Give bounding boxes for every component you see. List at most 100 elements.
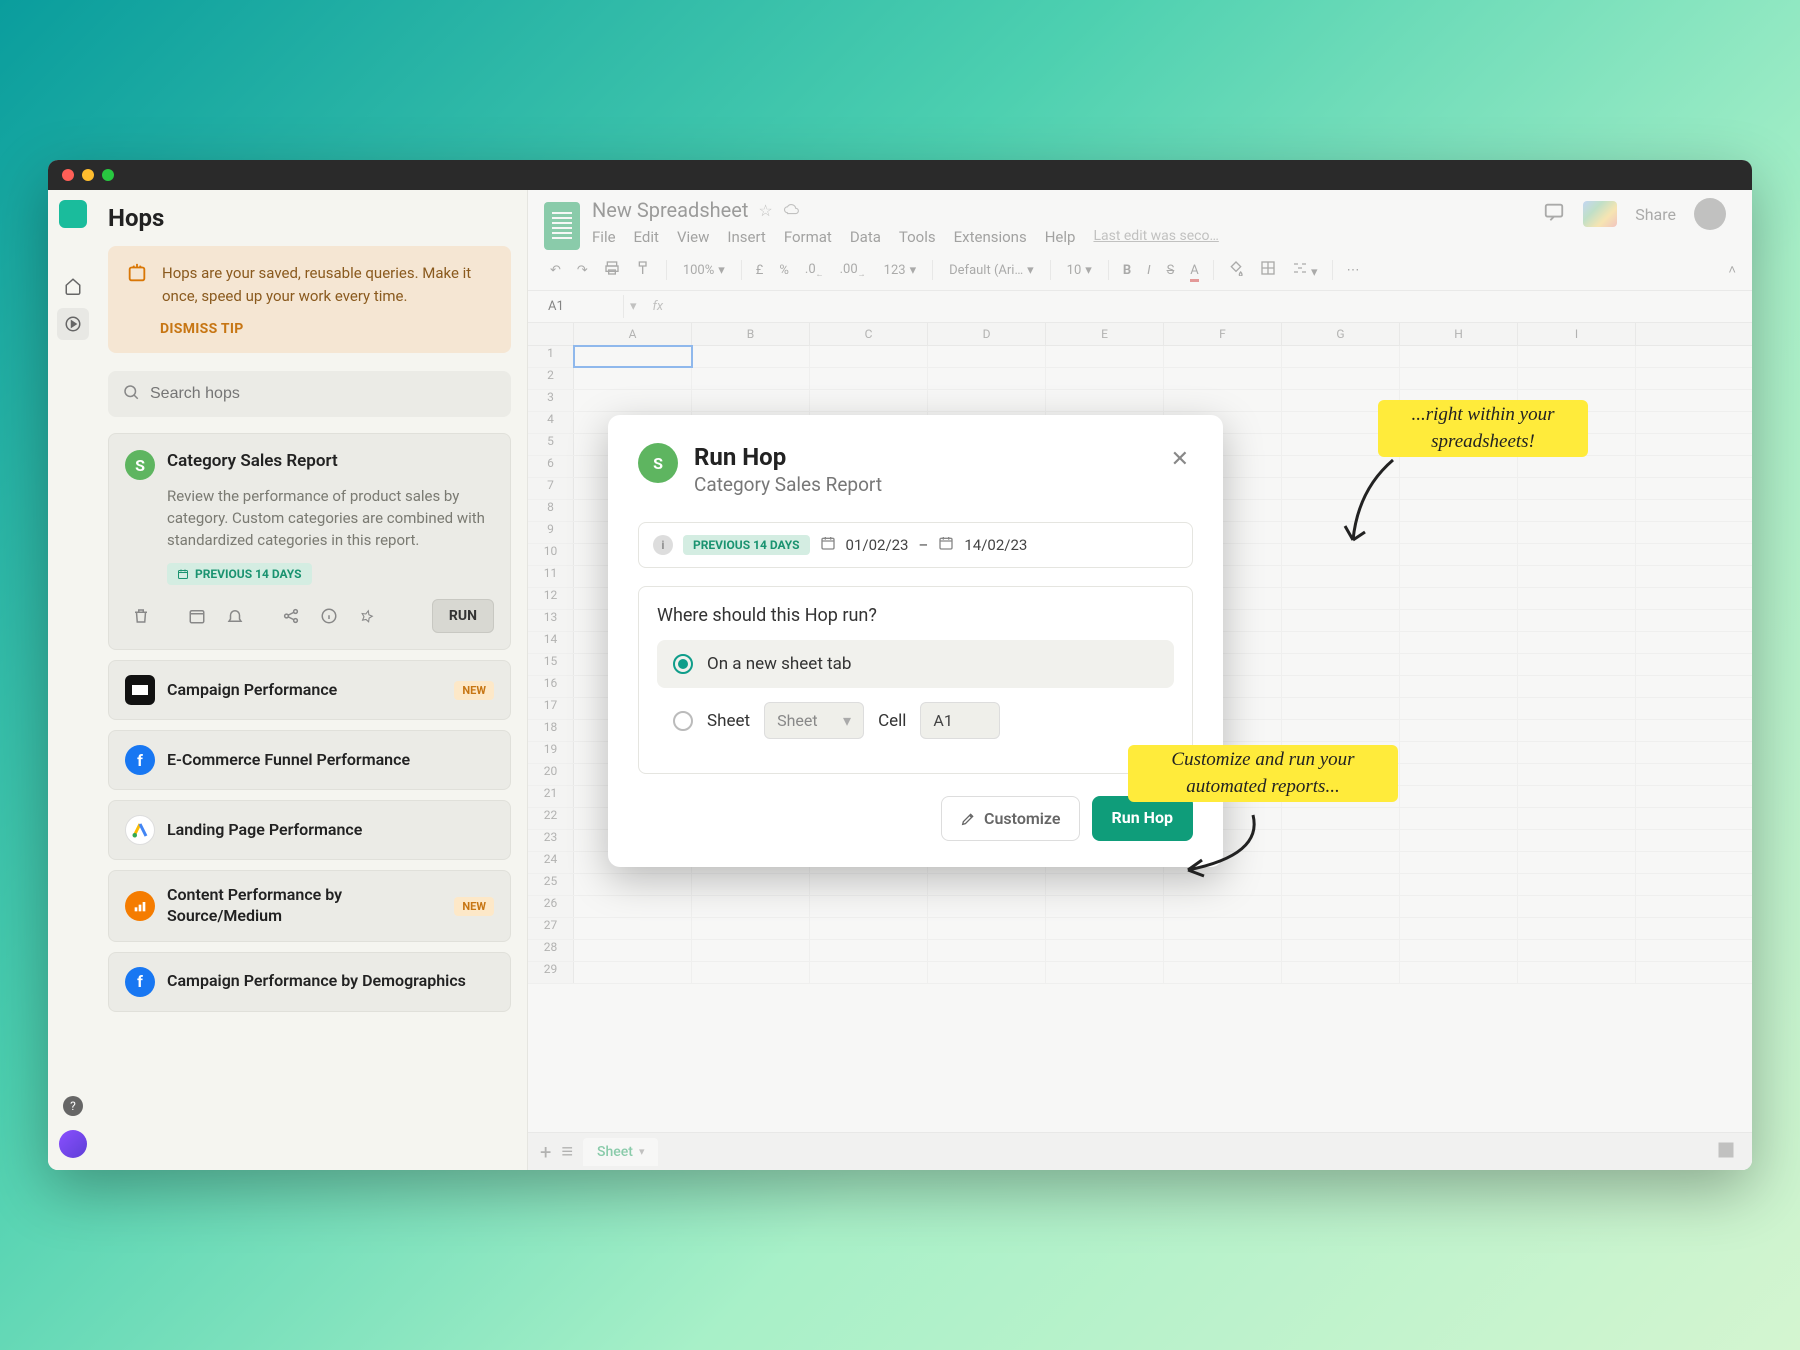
cell[interactable]	[1282, 610, 1400, 631]
info-icon[interactable]	[313, 600, 345, 632]
cell[interactable]	[1046, 874, 1164, 895]
paint-format-icon[interactable]	[630, 256, 658, 284]
option-new-tab[interactable]: On a new sheet tab	[657, 640, 1174, 688]
info-icon[interactable]: i	[653, 535, 673, 555]
cell[interactable]	[1518, 808, 1636, 829]
row-header[interactable]: 2	[528, 368, 574, 389]
row-header[interactable]: 14	[528, 632, 574, 653]
cell[interactable]	[1400, 808, 1518, 829]
run-button[interactable]: RUN	[432, 599, 494, 633]
last-edit-link[interactable]: Last edit was seco…	[1093, 228, 1218, 246]
cell[interactable]	[1518, 500, 1636, 521]
namebox-chevron-icon[interactable]: ▾	[624, 299, 643, 314]
merge-icon[interactable]: ▾	[1286, 256, 1324, 284]
cell[interactable]	[1282, 346, 1400, 367]
user-avatar[interactable]	[59, 1130, 87, 1158]
row-header[interactable]: 4	[528, 412, 574, 433]
row-header[interactable]: 19	[528, 742, 574, 763]
cell[interactable]	[1046, 346, 1164, 367]
cell[interactable]	[1400, 764, 1518, 785]
menu-help[interactable]: Help	[1045, 228, 1076, 246]
cell[interactable]	[928, 940, 1046, 961]
account-avatar[interactable]	[1694, 198, 1726, 230]
cell[interactable]	[1164, 390, 1282, 411]
cell[interactable]	[1046, 368, 1164, 389]
cell[interactable]	[692, 940, 810, 961]
notify-icon[interactable]	[219, 600, 251, 632]
row-header[interactable]: 21	[528, 786, 574, 807]
row-header[interactable]: 7	[528, 478, 574, 499]
date-range-strip[interactable]: i PREVIOUS 14 DAYS 01/02/23 – 14/02/23	[638, 522, 1193, 568]
cell[interactable]	[1282, 698, 1400, 719]
row-header[interactable]: 29	[528, 962, 574, 983]
menu-tools[interactable]: Tools	[899, 228, 936, 246]
cell[interactable]	[1282, 874, 1400, 895]
all-sheets-icon[interactable]: ≡	[561, 1139, 573, 1164]
row-header[interactable]: 20	[528, 764, 574, 785]
bold-icon[interactable]: B	[1117, 259, 1137, 282]
cell[interactable]	[1518, 830, 1636, 851]
cell[interactable]	[1400, 852, 1518, 873]
print-icon[interactable]	[598, 256, 626, 284]
cell[interactable]	[1518, 764, 1636, 785]
cell[interactable]	[1400, 478, 1518, 499]
row-header[interactable]: 15	[528, 654, 574, 675]
cell[interactable]	[1046, 940, 1164, 961]
pin-icon[interactable]	[351, 600, 383, 632]
column-header[interactable]: E	[1046, 323, 1164, 345]
radio-unselected[interactable]	[673, 711, 693, 731]
cell[interactable]	[1164, 962, 1282, 983]
cell[interactable]	[1400, 698, 1518, 719]
cell[interactable]	[1046, 896, 1164, 917]
cell[interactable]	[1282, 588, 1400, 609]
name-box[interactable]: A1	[544, 295, 624, 318]
number-format-dropdown[interactable]: 123 ▾	[876, 259, 924, 282]
cell[interactable]	[1400, 544, 1518, 565]
close-window-dot[interactable]	[62, 169, 74, 181]
font-dropdown[interactable]: Default (Ari… ▾	[941, 259, 1042, 282]
cell[interactable]	[574, 896, 692, 917]
delete-icon[interactable]	[125, 600, 157, 632]
menu-edit[interactable]: Edit	[634, 228, 659, 246]
cell[interactable]	[1400, 742, 1518, 763]
row-header[interactable]: 16	[528, 676, 574, 697]
comments-icon[interactable]	[1543, 201, 1565, 227]
search-hops-field[interactable]	[150, 385, 497, 403]
cell[interactable]	[692, 962, 810, 983]
cell[interactable]	[1518, 962, 1636, 983]
cell[interactable]	[928, 390, 1046, 411]
option-existing-sheet[interactable]: Sheet Sheet▾ Cell A1	[657, 688, 1174, 753]
spreadsheet-title[interactable]: New Spreadsheet	[592, 198, 748, 222]
cell[interactable]	[1518, 874, 1636, 895]
menu-insert[interactable]: Insert	[727, 228, 765, 246]
row-header[interactable]: 1	[528, 346, 574, 367]
cell[interactable]	[1518, 456, 1636, 477]
help-icon[interactable]: ?	[63, 1096, 83, 1116]
cell[interactable]	[1518, 632, 1636, 653]
cell[interactable]	[810, 874, 928, 895]
percent-format[interactable]: %	[773, 259, 795, 282]
cell[interactable]	[692, 368, 810, 389]
cell[interactable]	[1400, 632, 1518, 653]
search-hops-input[interactable]	[108, 371, 511, 417]
cell[interactable]	[1400, 676, 1518, 697]
cell[interactable]	[928, 918, 1046, 939]
cell[interactable]	[1400, 654, 1518, 675]
row-header[interactable]: 26	[528, 896, 574, 917]
row-header[interactable]: 8	[528, 500, 574, 521]
italic-icon[interactable]: I	[1141, 259, 1156, 282]
share-button[interactable]: Share	[1635, 205, 1676, 224]
row-header[interactable]: 6	[528, 456, 574, 477]
cell[interactable]	[692, 874, 810, 895]
cell[interactable]	[928, 962, 1046, 983]
cell[interactable]	[574, 368, 692, 389]
column-header[interactable]: I	[1518, 323, 1636, 345]
cell[interactable]	[1282, 830, 1400, 851]
run-history-icon[interactable]	[57, 308, 89, 340]
cell[interactable]	[1164, 896, 1282, 917]
row-header[interactable]: 18	[528, 720, 574, 741]
cell[interactable]	[1518, 742, 1636, 763]
row-header[interactable]: 3	[528, 390, 574, 411]
row-header[interactable]: 11	[528, 566, 574, 587]
customize-button[interactable]: Customize	[941, 796, 1079, 841]
